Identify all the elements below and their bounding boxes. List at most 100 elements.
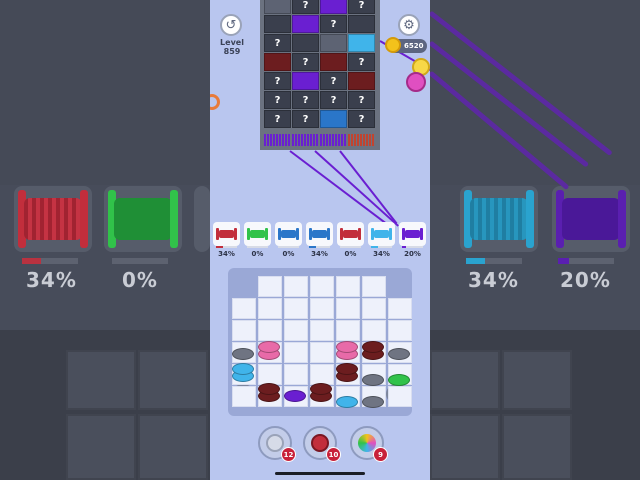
- booster-count-badge: 10: [326, 447, 341, 462]
- big-percent-label: 20%: [560, 268, 611, 292]
- fabric-cell: [348, 34, 375, 52]
- spool-stack[interactable]: [284, 380, 306, 404]
- board-cell[interactable]: [258, 298, 282, 319]
- booster-count-badge: 12: [281, 447, 296, 462]
- spool-stack[interactable]: [258, 338, 280, 362]
- spool-disc: [258, 383, 280, 395]
- spool-slot[interactable]: [399, 222, 426, 246]
- hidden-fabric-cell: ?: [292, 91, 319, 109]
- pink-button-icon: [406, 72, 426, 92]
- fabric-fringe: [264, 134, 291, 146]
- board-cell[interactable]: [362, 298, 386, 319]
- hidden-fabric-cell: ?: [292, 110, 319, 128]
- spool-slot[interactable]: [213, 222, 240, 246]
- board-cell[interactable]: [258, 276, 282, 297]
- spool-disc: [362, 374, 384, 386]
- board-cell[interactable]: [232, 298, 256, 319]
- spool-disc: [232, 348, 254, 360]
- big-progress-bar: [22, 258, 78, 264]
- safety-pin-icon: [210, 94, 220, 110]
- hidden-fabric-cell: ?: [264, 72, 291, 90]
- spool-stack[interactable]: [362, 338, 384, 362]
- spool-stack[interactable]: [336, 338, 358, 362]
- right-blurred-panel: 34% 20%: [428, 0, 640, 480]
- thread-spool: [309, 228, 330, 240]
- hidden-fabric-cell: ?: [348, 0, 375, 14]
- spool-stack[interactable]: [232, 360, 254, 384]
- board-cell[interactable]: [362, 276, 386, 297]
- hidden-fabric-cell: ?: [320, 91, 347, 109]
- spool-stack[interactable]: [258, 380, 280, 404]
- spool-stack[interactable]: [388, 364, 410, 388]
- spool-disc: [310, 383, 332, 395]
- thread-spool: [340, 228, 361, 240]
- spool-percent: 34%: [373, 250, 390, 258]
- board-cell[interactable]: [284, 298, 308, 319]
- board-cell[interactable]: [336, 298, 360, 319]
- spool-progress-bar: [371, 246, 392, 248]
- big-red-spool: [14, 186, 92, 252]
- spool-percent: 0%: [251, 250, 264, 258]
- spool-stack[interactable]: [362, 364, 384, 388]
- thread-spool: [247, 228, 268, 240]
- spool-disc: [232, 363, 254, 375]
- thread-spool: [216, 228, 237, 240]
- spool-disc: [388, 374, 410, 386]
- hidden-fabric-cell: ?: [292, 53, 319, 71]
- spool-slot[interactable]: [306, 222, 333, 246]
- big-purple-spool: [552, 186, 630, 252]
- fabric-fringe: [292, 134, 319, 146]
- big-light-blue-spool: [460, 186, 538, 252]
- thread-booster-button[interactable]: 10: [303, 426, 341, 462]
- board-cell[interactable]: [388, 386, 412, 407]
- spool-slot[interactable]: [337, 222, 364, 246]
- game-area: ??????????????? ↺ Level 859 ⚙ 6520 34% 0%…: [210, 0, 430, 480]
- spool-progress-bar: [309, 246, 330, 248]
- settings-button[interactable]: ⚙: [398, 14, 420, 36]
- spool-slot-row: 34% 0% 0% 34% 0% 34% 20%: [210, 222, 430, 262]
- board-cell[interactable]: [336, 276, 360, 297]
- board-cell[interactable]: [310, 320, 334, 341]
- hidden-fabric-cell: ?: [292, 0, 319, 14]
- booster-count-badge: 9: [373, 447, 388, 462]
- hidden-fabric-cell: ?: [348, 110, 375, 128]
- magic-booster-button[interactable]: 9: [350, 426, 388, 462]
- fabric-fringe: [348, 134, 375, 146]
- spool-stack[interactable]: [388, 338, 410, 362]
- spool-board: 1 2: [228, 268, 412, 416]
- spool-disc: [362, 341, 384, 353]
- hidden-fabric-cell: ?: [264, 110, 291, 128]
- spool-percent: 34%: [311, 250, 328, 258]
- board-cell[interactable]: [310, 298, 334, 319]
- spool-disc: [258, 341, 280, 353]
- board-cell[interactable]: [388, 298, 412, 319]
- board-cell[interactable]: [284, 276, 308, 297]
- fabric-cell: [264, 53, 291, 71]
- board-cell[interactable]: [310, 276, 334, 297]
- game-screen: 34% 0% 34% 20% ? ? ? ? ? ? ? ? ? ? ? ? ?…: [0, 0, 640, 480]
- spool-stack[interactable]: [362, 386, 384, 410]
- fabric-cell: [320, 0, 347, 14]
- spool-progress-bar: [247, 246, 268, 248]
- spool-slot[interactable]: [368, 222, 395, 246]
- spool-progress-bar: [216, 246, 237, 248]
- hidden-fabric-cell: ?: [264, 34, 291, 52]
- board-cell[interactable]: [284, 342, 308, 363]
- undo-button[interactable]: ↺: [220, 14, 242, 36]
- spool-stack[interactable]: [232, 338, 254, 362]
- board-cell[interactable]: [310, 342, 334, 363]
- spool-stack[interactable]: [310, 380, 332, 404]
- spool-slot[interactable]: [244, 222, 271, 246]
- spool-percent: 0%: [344, 250, 357, 258]
- fabric-cell: [348, 15, 375, 33]
- fabric-cell: [320, 34, 347, 52]
- scissors-booster-button[interactable]: 12: [258, 426, 296, 462]
- hidden-fabric-cell: ?: [320, 15, 347, 33]
- spool-stack[interactable]: [336, 386, 358, 410]
- spool-slot[interactable]: [275, 222, 302, 246]
- fabric-grid[interactable]: ???????????????: [260, 0, 380, 150]
- board-cell[interactable]: [284, 320, 308, 341]
- board-cell[interactable]: [232, 386, 256, 407]
- thread-spool: [402, 228, 423, 240]
- spool-stack[interactable]: [336, 360, 358, 384]
